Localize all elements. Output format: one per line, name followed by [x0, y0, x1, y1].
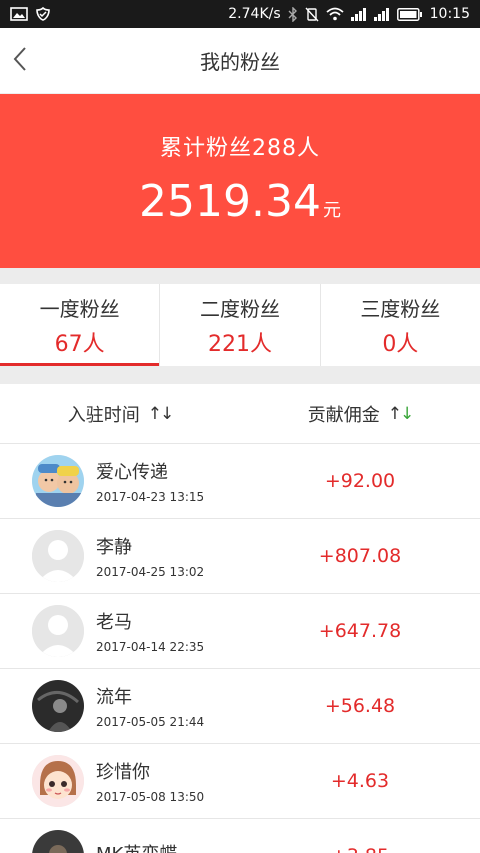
list-item[interactable]: MK茧变蝶 +3.85 — [0, 819, 480, 853]
amount-value: 2519.34 — [139, 176, 321, 227]
list-item[interactable]: 流年 2017-05-05 21:44 +56.48 — [0, 669, 480, 744]
bluetooth-icon — [288, 6, 298, 22]
fan-name: 李静 — [96, 537, 132, 558]
tab-second-level[interactable]: 二度粉丝 221人 — [160, 284, 321, 366]
tab-count: 67人 — [54, 331, 105, 357]
avatar — [32, 605, 84, 657]
commission-amount: +3.85 — [240, 845, 480, 853]
mute-icon — [305, 7, 319, 22]
sort-arrows-icon: ↑↓ — [387, 403, 415, 424]
sort-label: 入驻时间 — [67, 404, 140, 426]
network-speed: 2.74K/s — [228, 6, 281, 22]
list-item[interactable]: 珍惜你 2017-05-08 13:50 +4.63 — [0, 744, 480, 819]
list-item[interactable]: 爱心传递 2017-04-23 13:15 +92.00 — [0, 444, 480, 519]
tab-label: 一度粉丝 — [39, 296, 120, 321]
back-button[interactable] — [12, 47, 36, 75]
tab-third-level[interactable]: 三度粉丝 0人 — [321, 284, 480, 366]
join-time: 2017-04-25 13:02 — [96, 565, 205, 579]
tab-first-level[interactable]: 一度粉丝 67人 — [0, 284, 161, 366]
page-title: 我的粉丝 — [200, 50, 280, 74]
sort-header: 入驻时间 ↑↓ 贡献佣金 ↑↓ — [0, 384, 480, 444]
nav-bar: 我的粉丝 — [0, 28, 480, 94]
avatar — [32, 530, 84, 582]
commission-amount: +92.00 — [324, 470, 396, 492]
signal-icon — [350, 7, 367, 21]
avatar — [32, 830, 84, 853]
amount-unit: 元 — [322, 200, 341, 221]
battery-icon — [396, 7, 423, 21]
tab-label: 二度粉丝 — [199, 296, 280, 321]
commission-amount: +4.63 — [330, 770, 390, 792]
sort-by-join-time[interactable]: 入驻时间 ↑↓ — [0, 401, 240, 427]
list-item[interactable]: 李静 2017-04-25 13:02 +807.08 — [0, 519, 480, 594]
commission-amount: +647.78 — [318, 620, 402, 642]
sort-arrows-icon: ↑↓ — [147, 403, 175, 424]
avatar — [32, 455, 84, 507]
join-time: 2017-05-05 21:44 — [96, 715, 205, 729]
fan-level-tabs: 一度粉丝 67人 二度粉丝 221人 三度粉丝 0人 — [0, 284, 480, 366]
section-divider — [0, 366, 480, 384]
join-time: 2017-04-23 13:15 — [96, 490, 205, 504]
sort-by-commission[interactable]: 贡献佣金 ↑↓ — [240, 401, 480, 427]
commission-amount: +56.48 — [324, 695, 396, 717]
fan-name: 流年 — [96, 687, 132, 708]
fan-name: 爱心传递 — [96, 462, 168, 483]
fan-name: 老马 — [96, 612, 132, 633]
total-fans-label: 累计粉丝288人 — [160, 136, 320, 161]
shield-icon — [35, 6, 51, 22]
chevron-left-icon — [12, 46, 28, 76]
avatar — [32, 680, 84, 732]
clock: 10:15 — [429, 6, 470, 22]
wifi-icon — [326, 7, 344, 21]
list-item[interactable]: 老马 2017-04-14 22:35 +647.78 — [0, 594, 480, 669]
sort-label: 贡献佣金 — [307, 404, 380, 426]
section-divider — [0, 268, 480, 284]
join-time: 2017-05-08 13:50 — [96, 790, 205, 804]
summary-banner: 累计粉丝288人 2519.34 元 — [0, 94, 480, 268]
fan-name: 珍惜你 — [96, 762, 150, 783]
fan-name: MK茧变蝶 — [96, 840, 177, 853]
status-bar: 2.74K/s 10:15 — [0, 0, 480, 28]
tab-count: 221人 — [207, 331, 272, 357]
join-time: 2017-04-14 22:35 — [96, 640, 205, 654]
fan-list: 爱心传递 2017-04-23 13:15 +92.00 李静 2017-04-… — [0, 444, 480, 853]
avatar — [32, 755, 84, 807]
total-amount: 2519.34 元 — [139, 176, 341, 227]
commission-amount: +807.08 — [318, 545, 402, 567]
signal-icon — [373, 7, 390, 21]
tab-label: 三度粉丝 — [360, 296, 441, 321]
tab-count: 0人 — [382, 331, 419, 357]
image-icon — [10, 7, 28, 21]
